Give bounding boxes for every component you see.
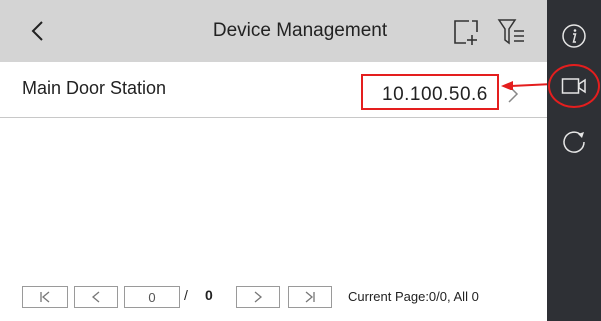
previous-page-icon: [91, 291, 100, 303]
page-status: Current Page:0/0, All 0: [348, 289, 479, 304]
video-icon: [561, 78, 586, 94]
next-page-icon: [254, 291, 263, 303]
previous-page-button[interactable]: [74, 286, 118, 308]
main-panel: Device Management Main Door Station 10.1…: [0, 0, 547, 321]
device-list-item[interactable]: Main Door Station 10.100.50.6: [0, 62, 547, 118]
total-pages: 0: [205, 287, 213, 303]
page-separator: /: [184, 287, 188, 303]
info-icon: [562, 24, 586, 48]
app-window: Device Management Main Door Station 10.1…: [0, 0, 601, 321]
device-ip: 10.100.50.6: [382, 84, 488, 105]
device-name: Main Door Station: [22, 78, 167, 98]
right-sidebar: [547, 0, 601, 321]
refresh-button[interactable]: [554, 122, 594, 162]
first-page-icon: [40, 291, 50, 303]
first-page-button[interactable]: [22, 286, 68, 308]
header-bar: Device Management: [0, 0, 547, 62]
page-title: Device Management: [212, 20, 388, 41]
chevron-left-icon: [31, 21, 43, 41]
next-page-button[interactable]: [236, 286, 280, 308]
filter-button[interactable]: [497, 17, 525, 47]
last-page-icon: [305, 291, 315, 303]
add-device-button[interactable]: [452, 18, 480, 46]
page-number-input[interactable]: [124, 286, 180, 308]
video-button[interactable]: [554, 66, 594, 106]
back-button[interactable]: [22, 14, 52, 48]
add-device-icon: [454, 20, 478, 45]
refresh-icon: [563, 131, 585, 153]
pagination-bar: / 0 Current Page:0/0, All 0: [0, 286, 547, 310]
info-button[interactable]: [554, 16, 594, 56]
last-page-button[interactable]: [288, 286, 332, 308]
filter-list-icon: [497, 19, 524, 45]
